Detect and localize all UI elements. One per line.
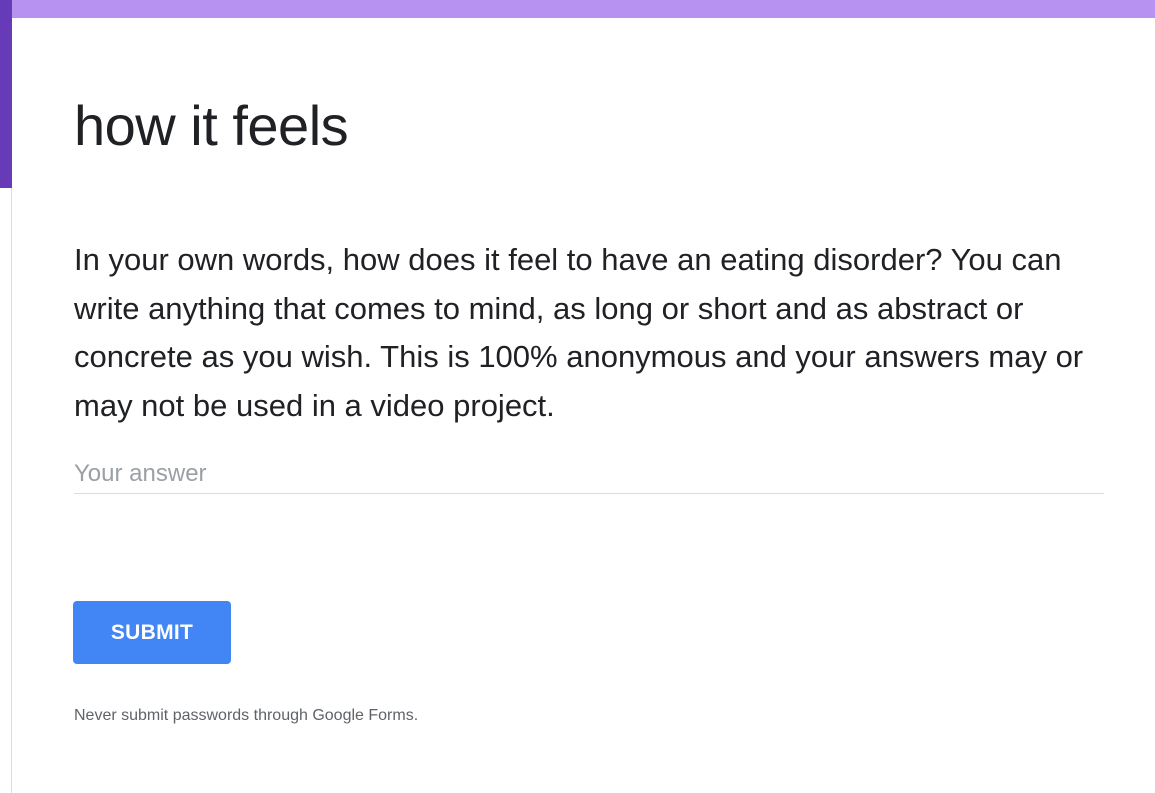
card-left-edge bbox=[0, 188, 12, 793]
submit-button[interactable]: SUBMIT bbox=[73, 601, 231, 664]
header-color-bar bbox=[6, 0, 1155, 18]
question-text: In your own words, how does it feel to h… bbox=[74, 242, 1084, 423]
title-card-accent bbox=[0, 0, 12, 188]
form-page: how it feels In your own words, how does… bbox=[0, 0, 1155, 793]
password-disclaimer: Never submit passwords through Google Fo… bbox=[74, 707, 419, 724]
form-title: how it feels bbox=[74, 94, 349, 157]
answer-input[interactable] bbox=[74, 454, 1104, 494]
